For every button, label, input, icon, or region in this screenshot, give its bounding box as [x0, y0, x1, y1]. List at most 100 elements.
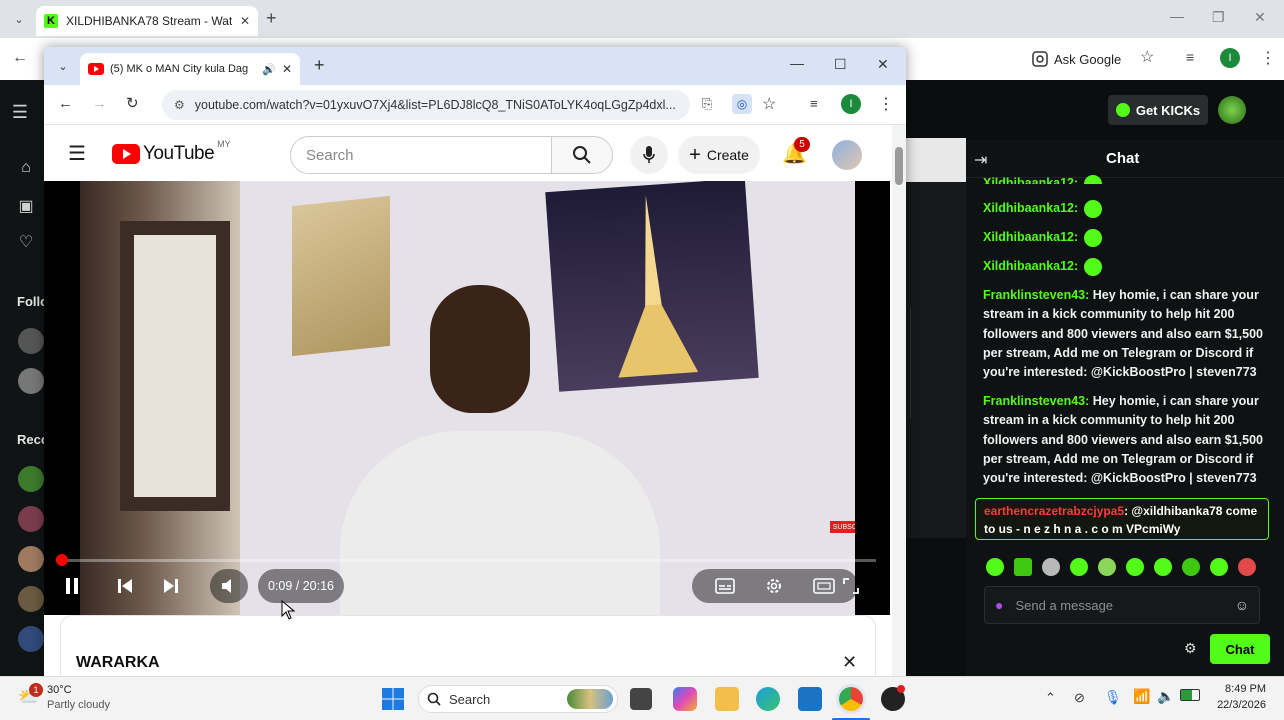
new-tab-icon[interactable]: + — [314, 55, 325, 76]
followed-channel-avatar[interactable] — [18, 368, 44, 394]
site-info-icon[interactable]: ⚙ — [174, 98, 185, 112]
menu-icon[interactable]: ⋮ — [1260, 48, 1276, 68]
youtube-search-button[interactable] — [551, 136, 613, 174]
emoji-icon[interactable]: ☺ — [1235, 597, 1249, 613]
media-control-icon[interactable]: ≡ — [810, 96, 818, 111]
chat-username[interactable]: Xildhibaanka12: — [983, 259, 1078, 273]
home-icon[interactable]: ⌂ — [16, 158, 36, 178]
copilot-icon[interactable] — [673, 687, 697, 711]
emote-icon[interactable] — [1182, 558, 1200, 576]
emote-icon[interactable] — [1014, 558, 1032, 576]
chrome-icon[interactable] — [839, 687, 863, 711]
create-button[interactable]: + Create — [678, 136, 760, 174]
forward-icon[interactable]: → — [92, 95, 107, 112]
microsoft-store-icon[interactable] — [798, 687, 822, 711]
microphone-tray-icon[interactable]: 🎙 — [1104, 689, 1122, 706]
account-avatar[interactable] — [832, 140, 862, 170]
emote-icon[interactable] — [1098, 558, 1116, 576]
speaker-icon[interactable]: 🔈 — [1157, 688, 1174, 705]
taskbar-search-box[interactable]: Search — [418, 685, 618, 713]
collapse-chat-icon[interactable]: ⇥ — [974, 150, 987, 170]
tab-audio-icon[interactable]: 🔊 — [262, 63, 276, 76]
new-tab-icon[interactable]: + — [266, 8, 277, 29]
youtube-browser-tab[interactable]: (5) MK o MAN City kula Dag 🔊 ✕ — [80, 53, 300, 85]
lens-icon[interactable]: ◎ — [732, 94, 752, 114]
tab-list-icon[interactable]: ⌄ — [54, 57, 72, 75]
show-hidden-icons-icon[interactable]: ⌃ — [1045, 690, 1056, 706]
fullscreen-button[interactable] — [842, 577, 860, 595]
recommended-channel-avatar[interactable] — [18, 546, 44, 572]
address-bar[interactable]: ⚙ youtube.com/watch?v=01yxuvO7Xj4&list=P… — [162, 90, 690, 120]
file-explorer-icon[interactable] — [715, 687, 739, 711]
close-playlist-icon[interactable]: ✕ — [842, 652, 857, 673]
progress-bar[interactable] — [58, 559, 876, 562]
emote-icon[interactable] — [1154, 558, 1172, 576]
profile-avatar[interactable]: I — [841, 94, 861, 114]
pause-button[interactable] — [64, 577, 80, 595]
volume-button[interactable] — [210, 569, 248, 603]
back-icon[interactable]: ← — [12, 49, 28, 67]
recommended-channel-avatar[interactable] — [18, 506, 44, 532]
page-scrollbar[interactable] — [892, 125, 906, 676]
guide-menu-icon[interactable]: ☰ — [68, 141, 86, 166]
edge-browser-icon[interactable] — [756, 687, 780, 711]
tab-list-icon[interactable]: ⌄ — [10, 10, 28, 28]
get-kicks-button[interactable]: Get KICKs — [1108, 95, 1208, 125]
emote-icon[interactable] — [1126, 558, 1144, 576]
recommended-channel-avatar[interactable] — [18, 466, 44, 492]
chat-username[interactable]: Xildhibaanka12: — [983, 230, 1078, 244]
followed-channel-avatar[interactable] — [18, 328, 44, 354]
close-window-icon[interactable]: ✕ — [1254, 9, 1266, 26]
recommended-channel-avatar[interactable] — [18, 626, 44, 652]
battery-icon[interactable] — [1180, 689, 1200, 701]
close-tab-icon[interactable]: ✕ — [240, 14, 250, 28]
captions-icon[interactable] — [714, 578, 735, 594]
chat-username[interactable]: Franklinsteven43: — [983, 288, 1089, 302]
bookmark-star-icon[interactable]: ☆ — [762, 94, 776, 114]
menu-icon[interactable]: ⋮ — [878, 94, 894, 114]
emote-icon[interactable] — [986, 558, 1004, 576]
clock-date[interactable]: 22/3/2026 — [1208, 699, 1266, 711]
playlist-title[interactable]: WARARKA — [76, 654, 160, 672]
browse-icon[interactable]: ▣ — [16, 196, 36, 216]
chat-message-input[interactable]: ● Send a message ☺ — [984, 586, 1260, 624]
youtube-search-input[interactable]: Search — [290, 136, 552, 174]
youtube-logo[interactable]: YouTube MY — [112, 139, 231, 165]
chat-username[interactable]: Franklinsteven43: — [983, 394, 1089, 408]
next-button[interactable] — [162, 577, 180, 595]
reload-icon[interactable]: ↻ — [126, 94, 139, 112]
progress-scrubber[interactable] — [56, 554, 68, 566]
emote-icon[interactable] — [1042, 558, 1060, 576]
chat-username[interactable]: earthencrazetrabzcjypa5 — [984, 504, 1124, 518]
maximize-icon[interactable]: ☐ — [834, 56, 847, 73]
minimize-icon[interactable]: — — [790, 55, 804, 71]
theater-mode-icon[interactable] — [813, 578, 836, 594]
sync-status-icon[interactable]: ⊘ — [1074, 690, 1085, 706]
emote-icon[interactable] — [1210, 558, 1228, 576]
kick-user-avatar[interactable] — [1218, 96, 1246, 124]
hamburger-menu-icon[interactable]: ☰ — [10, 102, 30, 122]
minimize-icon[interactable]: — — [1170, 8, 1184, 24]
profile-avatar[interactable]: I — [1220, 48, 1240, 68]
wifi-icon[interactable]: 📶 — [1133, 688, 1150, 705]
send-chat-button[interactable]: Chat — [1210, 634, 1270, 664]
previous-button[interactable] — [116, 577, 134, 595]
back-icon[interactable]: ← — [58, 95, 73, 112]
ask-google-button[interactable]: Ask Google — [1032, 46, 1121, 72]
recommended-channel-avatar[interactable] — [18, 586, 44, 612]
media-control-icon[interactable]: ≡ — [1186, 49, 1194, 65]
close-window-icon[interactable]: ✕ — [877, 56, 889, 73]
close-tab-icon[interactable]: ✕ — [282, 62, 292, 76]
emote-icon[interactable] — [1070, 558, 1088, 576]
bookmark-star-icon[interactable]: ☆ — [1140, 47, 1154, 67]
following-heart-icon[interactable]: ♡ — [16, 232, 36, 252]
kick-browser-tab[interactable]: K XILDHIBANKA78 Stream - Watch ✕ — [36, 6, 258, 36]
maximize-icon[interactable]: ❐ — [1212, 9, 1225, 26]
microphone-icon[interactable]: ● — [995, 597, 1003, 613]
chat-settings-gear-icon[interactable]: ⚙ — [1184, 640, 1197, 657]
task-view-icon[interactable] — [630, 688, 652, 710]
clock-time[interactable]: 8:49 PM — [1218, 683, 1266, 695]
start-button[interactable] — [381, 687, 405, 711]
weather-widget[interactable]: ⛅ 1 — [18, 683, 44, 706]
subscribe-watermark[interactable]: SUBSCRIBE — [830, 521, 855, 533]
